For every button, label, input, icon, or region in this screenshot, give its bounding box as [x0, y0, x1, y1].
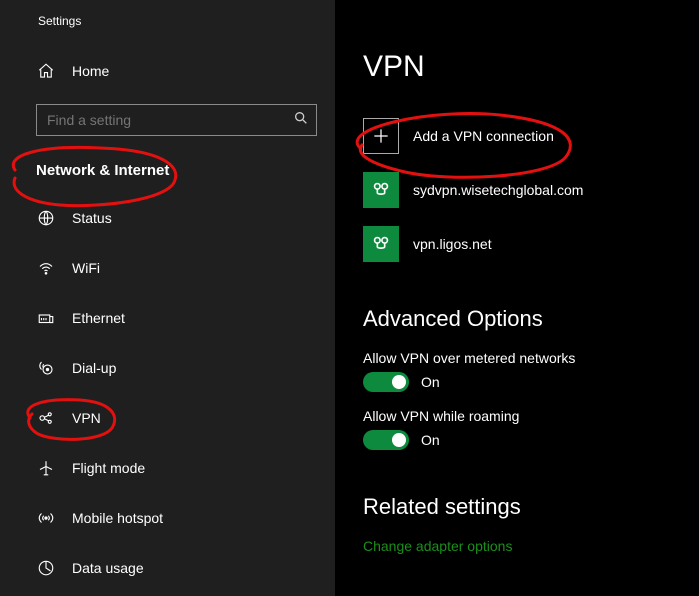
sidebar-item-label: Status	[72, 210, 112, 226]
page-title: VPN	[363, 50, 699, 84]
nav-home-label: Home	[72, 63, 109, 79]
home-icon	[36, 61, 56, 81]
sidebar-item-data-usage[interactable]: Data usage	[0, 543, 335, 593]
sidebar-item-label: WiFi	[72, 260, 100, 276]
dialup-icon	[36, 358, 56, 378]
toggle-metered: Allow VPN over metered networks On	[363, 350, 699, 392]
search-input[interactable]	[36, 104, 317, 136]
plus-icon	[363, 118, 399, 154]
sidebar-item-label: Ethernet	[72, 310, 125, 326]
data-usage-icon	[36, 558, 56, 578]
change-adapter-link[interactable]: Change adapter options	[363, 538, 699, 554]
window-title: Settings	[0, 10, 335, 46]
vpn-tile-icon	[363, 172, 399, 208]
sidebar-item-label: VPN	[72, 410, 101, 426]
related-settings-heading: Related settings	[363, 494, 699, 520]
sidebar-item-label: Mobile hotspot	[72, 510, 163, 526]
globe-icon	[36, 208, 56, 228]
toggle-switch[interactable]	[363, 430, 409, 450]
sidebar-item-flight-mode[interactable]: Flight mode	[0, 443, 335, 493]
vpn-tile-icon	[363, 226, 399, 262]
sidebar-item-label: Flight mode	[72, 460, 145, 476]
add-vpn-label: Add a VPN connection	[413, 128, 554, 144]
sidebar-item-label: Dial-up	[72, 360, 116, 376]
nav-home[interactable]: Home	[0, 46, 335, 96]
toggle-roaming: Allow VPN while roaming On	[363, 408, 699, 450]
toggle-label: Allow VPN while roaming	[363, 408, 699, 424]
vpn-icon	[36, 408, 56, 428]
sidebar-item-dialup[interactable]: Dial-up	[0, 343, 335, 393]
vpn-connection-name: sydvpn.wisetechglobal.com	[413, 182, 583, 198]
sidebar-item-status[interactable]: Status	[0, 193, 335, 243]
hotspot-icon	[36, 508, 56, 528]
vpn-connection-item[interactable]: sydvpn.wisetechglobal.com	[363, 172, 699, 208]
section-header: Network & Internet	[0, 146, 335, 193]
sidebar-item-mobile-hotspot[interactable]: Mobile hotspot	[0, 493, 335, 543]
search-icon	[293, 110, 309, 131]
toggle-switch[interactable]	[363, 372, 409, 392]
airplane-icon	[36, 458, 56, 478]
advanced-options-heading: Advanced Options	[363, 306, 699, 332]
main-panel: VPN Add a VPN connection sydvpn.wisetech…	[335, 0, 699, 596]
sidebar: Settings Home Network & Internet Status …	[0, 0, 335, 596]
search-container	[36, 104, 317, 136]
sidebar-item-label: Data usage	[72, 560, 144, 576]
sidebar-item-wifi[interactable]: WiFi	[0, 243, 335, 293]
toggle-label: Allow VPN over metered networks	[363, 350, 699, 366]
add-vpn-connection[interactable]: Add a VPN connection	[363, 118, 699, 154]
vpn-connection-item[interactable]: vpn.ligos.net	[363, 226, 699, 262]
sidebar-item-vpn[interactable]: VPN	[0, 393, 335, 443]
vpn-connection-name: vpn.ligos.net	[413, 236, 492, 252]
sidebar-item-ethernet[interactable]: Ethernet	[0, 293, 335, 343]
toggle-state: On	[421, 432, 440, 448]
ethernet-icon	[36, 308, 56, 328]
wifi-icon	[36, 258, 56, 278]
toggle-state: On	[421, 374, 440, 390]
